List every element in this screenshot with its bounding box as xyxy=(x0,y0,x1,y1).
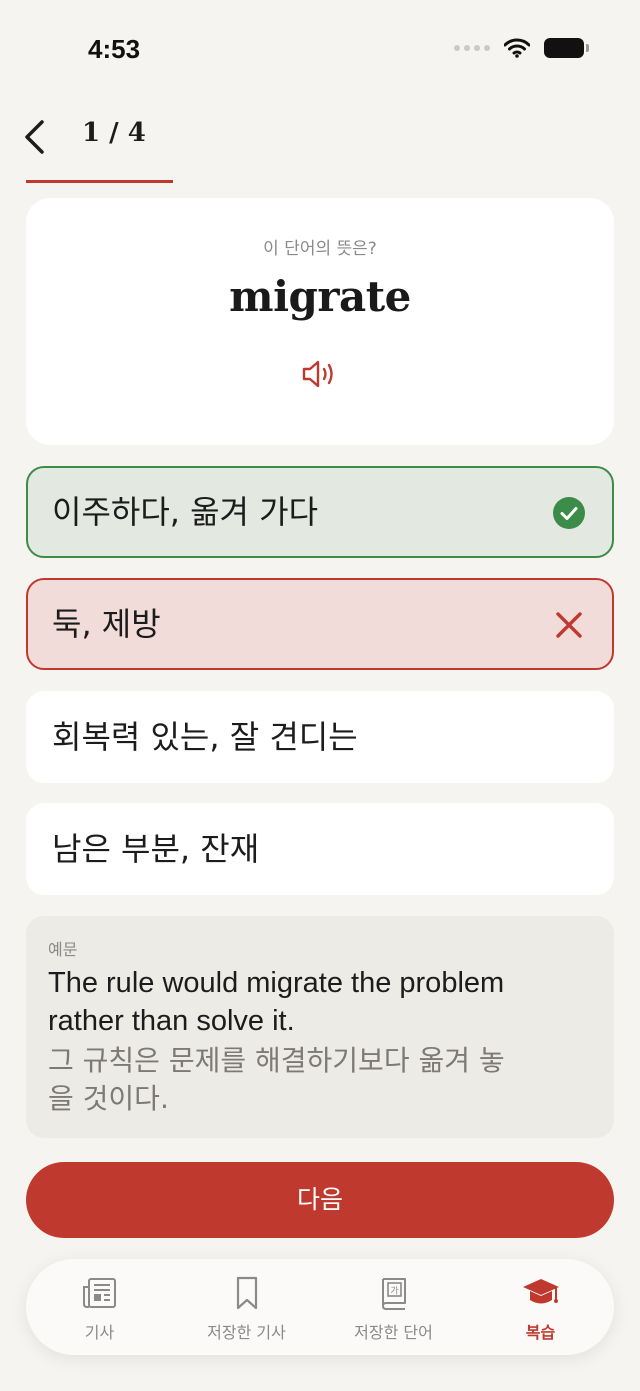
word-book-icon: 가 xyxy=(381,1278,406,1310)
tab-label: 복습 xyxy=(525,1323,556,1342)
chevron-left-icon xyxy=(25,120,44,154)
question-prompt: 이 단어의 뜻은? xyxy=(263,239,377,259)
answer-option-text: 회복력 있는, 잘 견디는 xyxy=(52,718,358,756)
back-button[interactable] xyxy=(18,114,58,160)
example-korean: 그 규칙은 문제를 해결하기보다 옮겨 놓을 것이다. xyxy=(48,1044,505,1115)
answer-option-text: 이주하다, 옮겨 가다 xyxy=(52,493,319,531)
tab-label: 저장한 단어 xyxy=(354,1323,433,1342)
pronunciation-button[interactable] xyxy=(300,358,340,390)
tab-review[interactable]: 복습 xyxy=(467,1259,614,1355)
status-bar: 4:53 xyxy=(0,0,640,100)
graduation-cap-icon xyxy=(522,1279,559,1304)
next-button[interactable]: 다음 xyxy=(26,1162,614,1238)
status-icons xyxy=(454,38,589,58)
close-icon xyxy=(556,612,582,638)
speaker-icon xyxy=(302,360,333,388)
check-circle-icon xyxy=(553,497,585,529)
progress-counter: 1 / 4 xyxy=(82,118,146,148)
svg-text:가: 가 xyxy=(390,1286,398,1297)
tab-bar: 기사 저장한 기사 가 저장한 단어 복습 xyxy=(26,1259,614,1355)
wifi-icon xyxy=(504,38,530,58)
cellular-signal-icon xyxy=(454,45,490,51)
header: 1 / 4 xyxy=(0,110,640,190)
newspaper-icon xyxy=(82,1278,116,1308)
answer-option[interactable]: 남은 부분, 잔재 xyxy=(26,803,614,895)
battery-icon xyxy=(544,38,589,58)
bookmark-icon xyxy=(236,1276,257,1310)
tab-articles[interactable]: 기사 xyxy=(26,1259,173,1355)
answer-option-text: 남은 부분, 잔재 xyxy=(52,830,260,868)
word-card: 이 단어의 뜻은? migrate xyxy=(26,198,614,445)
tab-saved-articles[interactable]: 저장한 기사 xyxy=(173,1259,320,1355)
answer-option-wrong[interactable]: 둑, 제방 xyxy=(26,578,614,670)
example-sentence-box: 예문 The rule would migrate the problem ra… xyxy=(26,916,614,1138)
tab-saved-words[interactable]: 가 저장한 단어 xyxy=(320,1259,467,1355)
example-english: The rule would migrate the problem rathe… xyxy=(48,967,505,1037)
answer-option-text: 둑, 제방 xyxy=(52,605,161,643)
tab-label: 기사 xyxy=(84,1323,115,1342)
answer-option[interactable]: 회복력 있는, 잘 견디는 xyxy=(26,691,614,783)
example-label: 예문 xyxy=(48,940,78,959)
answer-option-correct[interactable]: 이주하다, 옮겨 가다 xyxy=(26,466,614,558)
tab-label: 저장한 기사 xyxy=(207,1323,286,1342)
vocabulary-word: migrate xyxy=(229,272,411,321)
status-time: 4:53 xyxy=(88,34,141,64)
progress-bar xyxy=(26,180,614,183)
progress-bar-fill xyxy=(26,180,173,183)
